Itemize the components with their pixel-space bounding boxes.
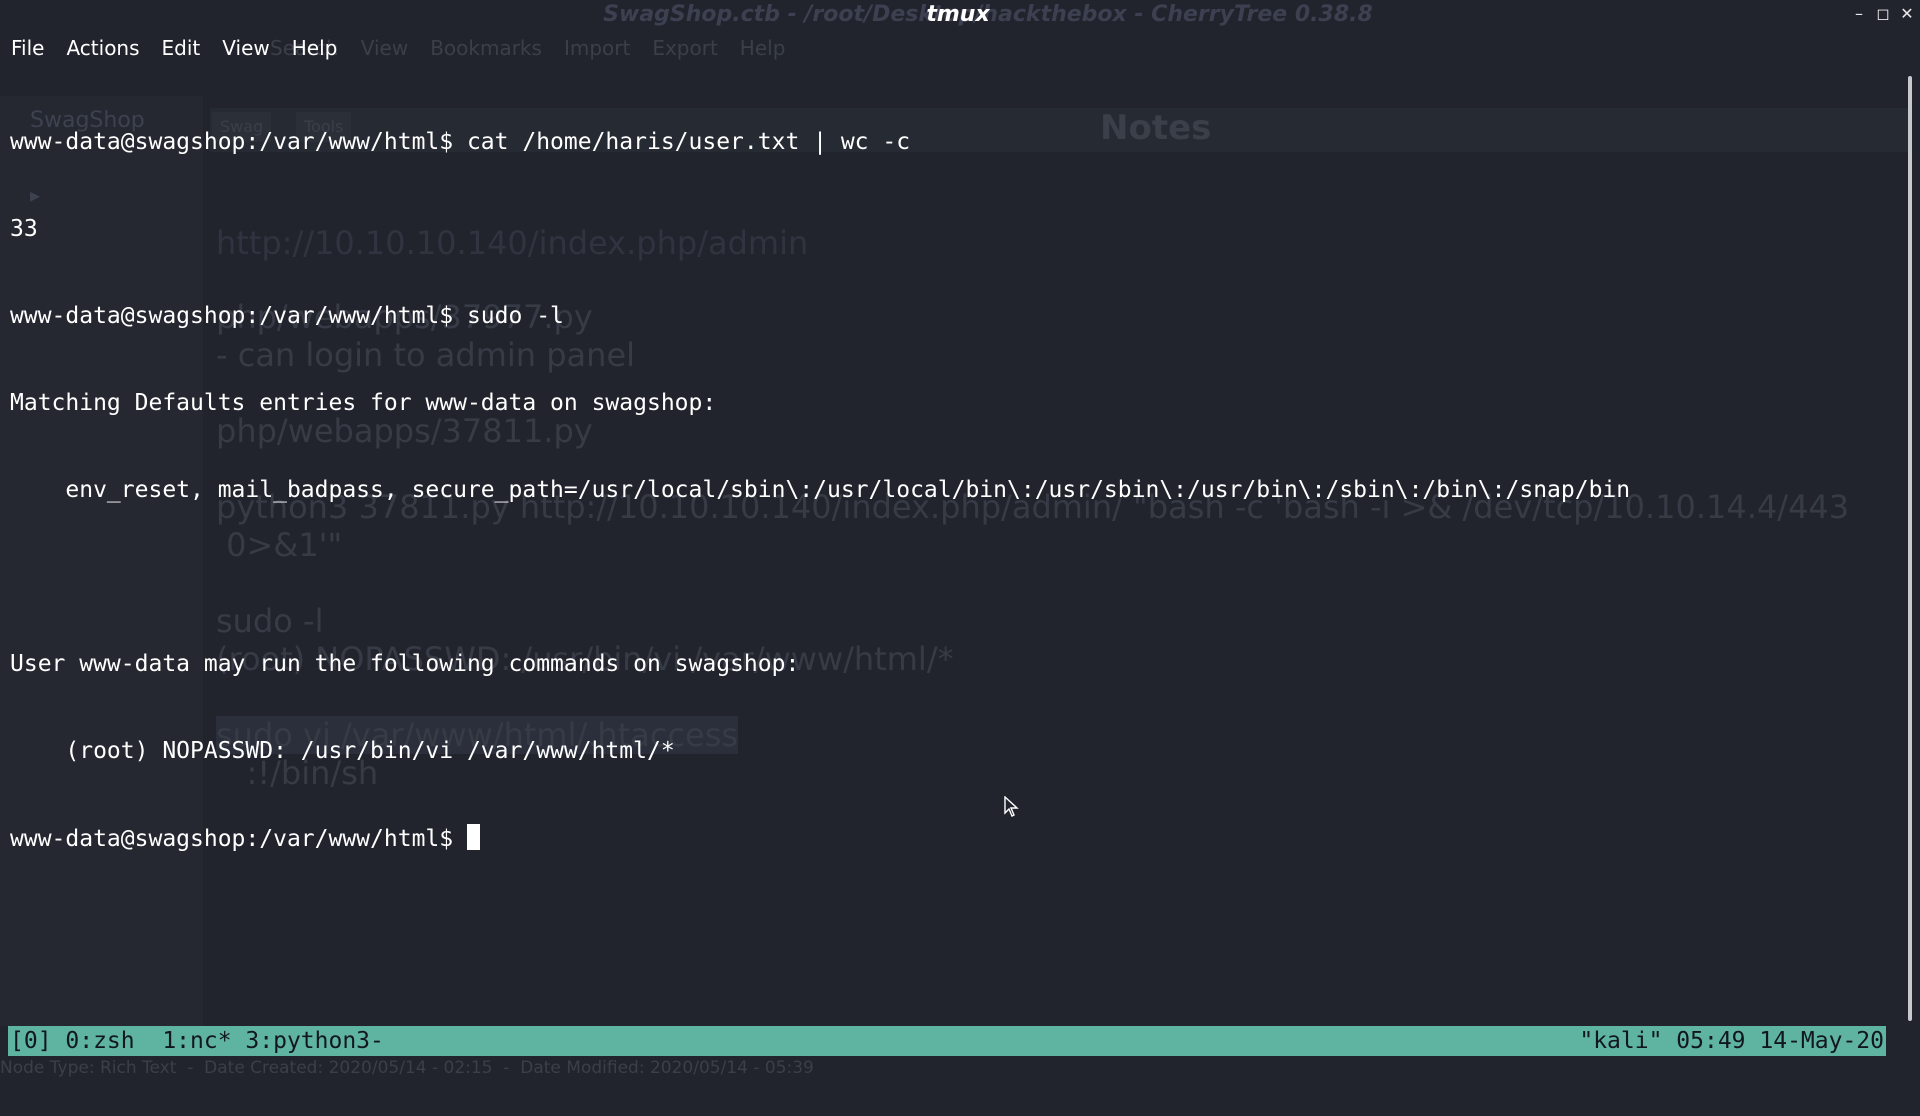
tmux-status-bar: [0] 0:zsh 1:nc* 3:python3- "kali" 05:49 …: [8, 1026, 1886, 1056]
terminal-line: 33: [10, 216, 38, 242]
window-title: tmux: [926, 2, 990, 27]
mouse-pointer-icon: [1004, 796, 1019, 817]
background-menu-item: Bookmarks: [430, 36, 542, 60]
menu-view[interactable]: View: [211, 36, 280, 60]
terminal-scrollbar[interactable]: [1908, 76, 1912, 1021]
maximize-icon[interactable]: ◻: [1876, 4, 1890, 23]
menu-file[interactable]: File: [0, 36, 55, 60]
background-menu-item: View: [360, 36, 409, 60]
menubar: File Actions Edit View Help: [0, 32, 348, 64]
background-menu-item: Import: [563, 36, 631, 60]
terminal-cursor: [466, 824, 480, 850]
background-menu-item: Help: [739, 36, 786, 60]
tmux-window-list[interactable]: [0] 0:zsh 1:nc* 3:python3-: [10, 1026, 384, 1056]
terminal-line: (root) NOPASSWD: /usr/bin/vi /var/www/ht…: [10, 738, 675, 764]
close-icon[interactable]: ✕: [1900, 4, 1914, 23]
title-bar: SwagShop.ctb - /root/Desktop/hackthebox …: [0, 0, 1920, 32]
background-menu-item: Export: [652, 36, 718, 60]
terminal-line: www-data@swagshop:/var/www/html$ sudo -l: [10, 303, 564, 329]
menu-help[interactable]: Help: [281, 36, 349, 60]
menu-edit[interactable]: Edit: [151, 36, 212, 60]
tmux-status-right: "kali" 05:49 14-May-20: [1579, 1028, 1884, 1054]
terminal-prompt-line[interactable]: www-data@swagshop:/var/www/html$: [10, 824, 1890, 853]
terminal-line: Matching Defaults entries for www-data o…: [10, 390, 717, 416]
terminal-prompt: www-data@swagshop:/var/www/html$: [10, 826, 467, 852]
minimize-icon[interactable]: –: [1852, 4, 1866, 23]
terminal-line: www-data@swagshop:/var/www/html$ cat /ho…: [10, 129, 911, 155]
terminal-line: User www-data may run the following comm…: [10, 651, 800, 677]
menu-actions[interactable]: Actions: [55, 36, 150, 60]
terminal-output[interactable]: www-data@swagshop:/var/www/html$ cat /ho…: [10, 70, 1890, 882]
window-controls: – ◻ ✕: [1852, 4, 1914, 23]
background-statusbar: Node Type: Rich Text - Date Created: 202…: [0, 1058, 814, 1078]
terminal-line: env_reset, mail_badpass, secure_path=/us…: [10, 477, 1631, 503]
